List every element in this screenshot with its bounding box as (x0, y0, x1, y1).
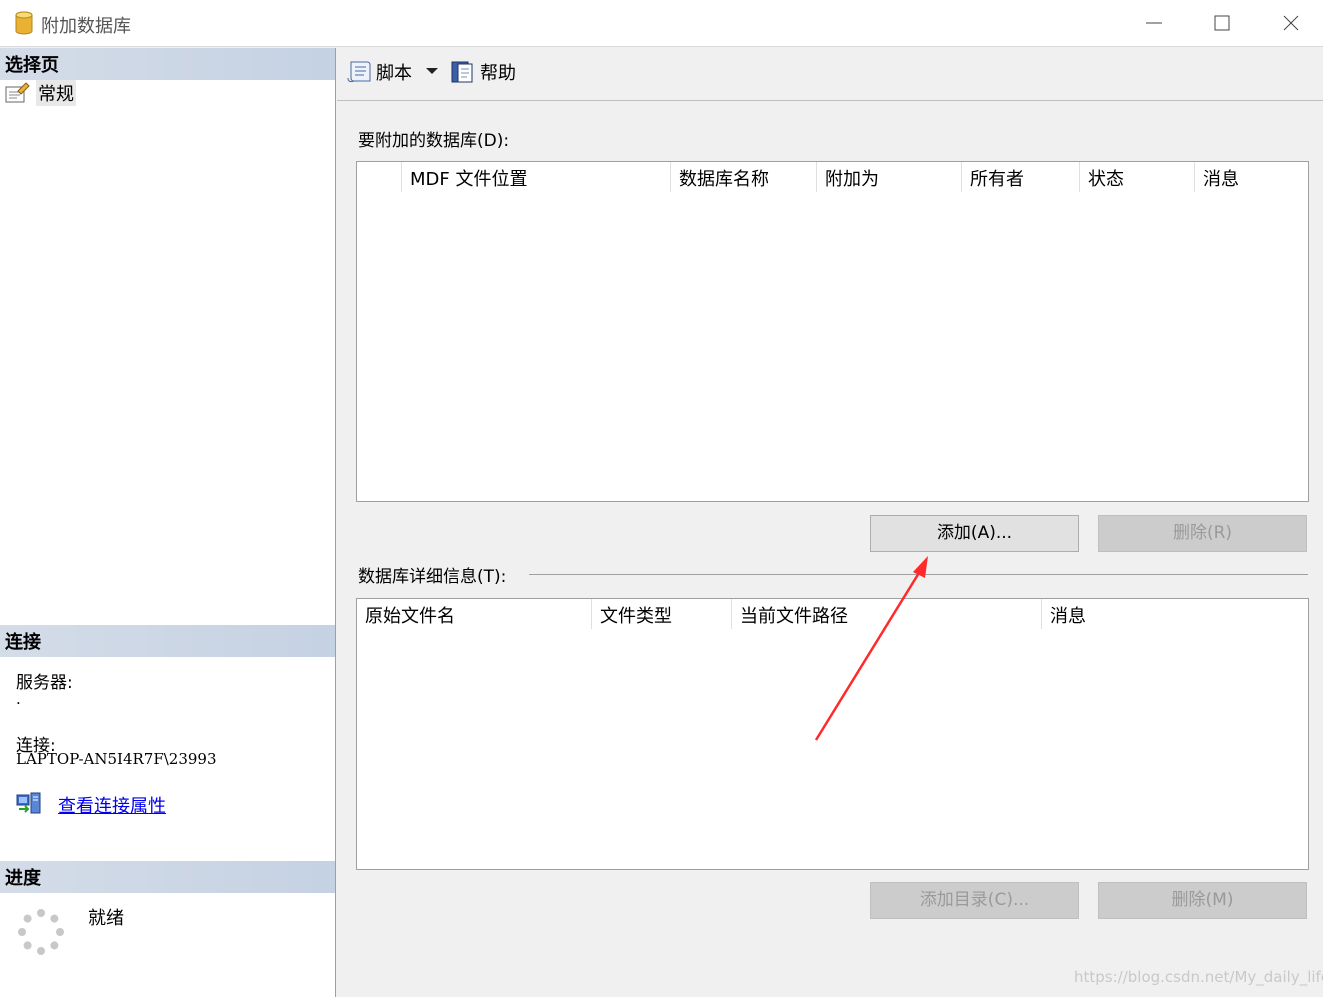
database-cylinder-icon (15, 11, 33, 35)
view-connection-properties-link[interactable]: 查看连接属性 (58, 792, 166, 818)
right-pane: 脚本 帮助 要附加的数据库(D): MDF 文件位置 数据库名称 附加为 所有者… (337, 48, 1323, 997)
script-icon (347, 61, 371, 83)
remove-button[interactable]: 删除(R) (1098, 515, 1307, 552)
database-details-grid[interactable]: 原始文件名 文件类型 当前文件路径 消息 (356, 598, 1309, 870)
details-divider (529, 574, 1308, 575)
progress-status: 就绪 (88, 908, 124, 929)
connection-value: LAPTOP-AN5I4R7F\23993 (16, 750, 217, 768)
chevron-down-icon (426, 68, 438, 74)
title-bar: 附加数据库 (0, 0, 1323, 47)
page-item-general[interactable]: 常规 (4, 80, 76, 106)
watermark: https://blog.csdn.net/My_daily_life (1074, 968, 1323, 986)
left-pane: 选择页 常规 连接 服务器: . 连接: LAPTOP-AN5I4R7F\239… (0, 48, 336, 997)
add-catalog-button[interactable]: 添加目录(C)... (870, 882, 1079, 919)
server-value: . (16, 690, 21, 708)
column-header-details-message[interactable]: 消息 (1041, 599, 1308, 629)
progress-header: 进度 (0, 861, 335, 893)
progress-spinner-icon (18, 909, 64, 955)
attach-grid-header: MDF 文件位置 数据库名称 附加为 所有者 状态 消息 (357, 162, 1308, 192)
remove-file-button[interactable]: 删除(M) (1098, 882, 1307, 919)
column-header-owner[interactable]: 所有者 (961, 162, 1079, 192)
maximize-icon (1214, 15, 1230, 31)
column-header-current-file-path[interactable]: 当前文件路径 (731, 599, 1041, 629)
attach-databases-grid[interactable]: MDF 文件位置 数据库名称 附加为 所有者 状态 消息 (356, 161, 1309, 502)
column-header-original-filename[interactable]: 原始文件名 (357, 599, 591, 629)
help-book-icon (451, 61, 473, 83)
column-header-message[interactable]: 消息 (1194, 162, 1308, 192)
column-header-file-type[interactable]: 文件类型 (591, 599, 731, 629)
script-button[interactable]: 脚本 (346, 59, 412, 85)
column-header-database-name[interactable]: 数据库名称 (670, 162, 816, 192)
close-icon (1283, 15, 1299, 31)
minimize-button[interactable] (1122, 0, 1186, 46)
page-item-label: 常规 (36, 80, 76, 106)
column-header-attach-as[interactable]: 附加为 (816, 162, 961, 192)
connection-properties-icon (16, 792, 41, 814)
window-title: 附加数据库 (41, 16, 131, 37)
toolbar: 脚本 帮助 (337, 48, 1323, 101)
column-header-status[interactable]: 状态 (1079, 162, 1194, 192)
help-label: 帮助 (480, 63, 516, 84)
database-details-label: 数据库详细信息(T): (358, 567, 507, 587)
maximize-button[interactable] (1190, 0, 1254, 46)
view-connection-properties[interactable]: 查看连接属性 (16, 792, 166, 818)
script-label: 脚本 (376, 63, 412, 84)
script-dropdown[interactable] (425, 66, 443, 76)
attach-databases-label: 要附加的数据库(D): (358, 131, 510, 151)
details-grid-header: 原始文件名 文件类型 当前文件路径 消息 (357, 599, 1308, 629)
column-header-mdf-location[interactable]: MDF 文件位置 (401, 162, 670, 192)
server-label: 服务器: (16, 673, 73, 693)
column-header-select[interactable] (357, 162, 401, 192)
add-button[interactable]: 添加(A)... (870, 515, 1079, 552)
select-page-header: 选择页 (0, 48, 335, 80)
help-button[interactable]: 帮助 (450, 59, 516, 85)
close-button[interactable] (1259, 0, 1323, 46)
general-page-icon (5, 82, 30, 103)
connection-header: 连接 (0, 625, 335, 657)
minimize-icon (1146, 22, 1162, 24)
